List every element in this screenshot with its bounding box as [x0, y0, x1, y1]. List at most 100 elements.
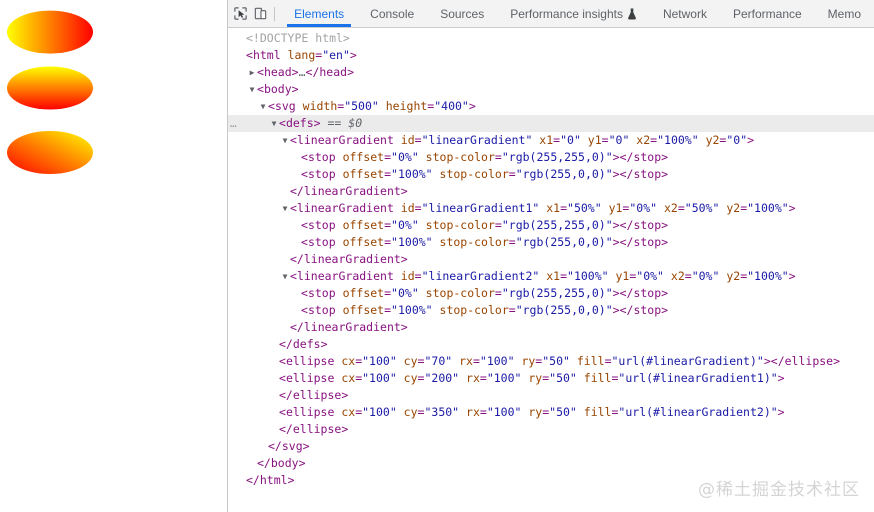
dom-token: </	[246, 473, 260, 487]
chevron-down-icon[interactable]	[280, 132, 290, 149]
dom-token: <	[268, 99, 275, 113]
dom-row[interactable]: <stop offset="0%" stop-color="rgb(255,25…	[228, 149, 874, 166]
toolbar-separator	[274, 6, 276, 21]
dom-token: =	[414, 133, 422, 147]
tab-performance[interactable]: Performance	[720, 0, 815, 27]
tab-memory[interactable]: Memo	[815, 0, 874, 27]
dom-row[interactable]: </linearGradient>	[228, 251, 874, 268]
dom-token: "url(#linearGradient2)"	[618, 405, 778, 419]
dom-token: >	[400, 320, 408, 334]
dom-token: "100%"	[747, 201, 789, 215]
dom-tree[interactable]: <!DOCTYPE html><html lang="en"><head>…</…	[228, 28, 874, 512]
tab-elements[interactable]: Elements	[281, 0, 357, 27]
dom-token: id	[393, 133, 415, 147]
dom-row[interactable]: <!DOCTYPE html>	[228, 30, 874, 47]
dom-row[interactable]: <stop offset="100%" stop-color="rgb(255,…	[228, 302, 874, 319]
dom-token: >	[661, 167, 669, 181]
chevron-down-icon[interactable]	[258, 98, 268, 115]
dom-token: linearGradient	[296, 269, 394, 283]
dom-token: >	[313, 116, 321, 130]
dom-token: ellipse	[292, 422, 342, 436]
dom-row-selected[interactable]: … <defs> == $0	[228, 115, 874, 132]
dom-row[interactable]: <stop offset="0%" stop-color="rgb(255,25…	[228, 217, 874, 234]
dom-token: <	[279, 354, 286, 368]
dom-token: </	[619, 150, 634, 164]
tab-label: Performance	[732, 6, 802, 21]
dom-token: id	[393, 269, 415, 283]
chevron-down-icon[interactable]	[280, 200, 290, 217]
tab-console[interactable]: Console	[357, 0, 427, 27]
dom-row[interactable]: <html lang="en">	[228, 47, 874, 64]
tab-sources[interactable]: Sources	[427, 0, 497, 27]
dom-token: =	[384, 150, 392, 164]
dom-token: offset	[335, 235, 385, 249]
dom-token: body	[263, 82, 292, 96]
dom-token: "0%"	[691, 269, 720, 283]
chevron-down-icon[interactable]	[247, 81, 257, 98]
row-overflow-dots-icon[interactable]: …	[230, 115, 238, 132]
dom-row[interactable]: <linearGradient id="linearGradient1" x1=…	[228, 200, 874, 217]
dom-token: >	[400, 184, 408, 198]
dom-token: stop	[633, 167, 662, 181]
dom-token: >	[302, 439, 310, 453]
inspect-cursor-icon[interactable]	[231, 0, 251, 27]
dom-token: =	[414, 201, 422, 215]
dom-row[interactable]: <ellipse cx="100" cy="70" rx="100" ry="5…	[228, 353, 874, 370]
dom-row[interactable]: <stop offset="100%" stop-color="rgb(255,…	[228, 234, 874, 251]
dom-token: x2	[629, 133, 651, 147]
dom-token: "linearGradient1"	[421, 201, 540, 215]
page-viewport	[0, 0, 227, 512]
dom-token: <	[301, 303, 308, 317]
dom-token: <	[290, 269, 297, 283]
dom-token: x2	[657, 201, 678, 215]
dom-row[interactable]: <stop offset="100%" stop-color="rgb(255,…	[228, 166, 874, 183]
dom-token: stop	[633, 235, 662, 249]
dom-token: offset	[335, 150, 385, 164]
dom-token: <	[301, 235, 308, 249]
dom-row[interactable]: </ellipse>	[228, 421, 874, 438]
dom-row[interactable]: <stop offset="0%" stop-color="rgb(255,25…	[228, 285, 874, 302]
dom-token: ellipse	[292, 388, 342, 402]
dom-row[interactable]: </linearGradient>	[228, 183, 874, 200]
dom-token: stop	[307, 218, 336, 232]
dom-token: stop	[307, 235, 336, 249]
dom-row[interactable]: <linearGradient id="linearGradient2" x1=…	[228, 268, 874, 285]
dom-token: >	[788, 201, 796, 215]
tab-network[interactable]: Network	[650, 0, 720, 27]
dom-row[interactable]: <ellipse cx="100" cy="350" rx="100" ry="…	[228, 404, 874, 421]
dom-token: stop	[307, 167, 336, 181]
dom-token: "100"	[362, 405, 397, 419]
dom-token: stop-color	[432, 303, 509, 317]
dom-token: "0%"	[636, 269, 664, 283]
dom-token: head	[263, 65, 292, 79]
dom-row[interactable]: </linearGradient>	[228, 319, 874, 336]
dom-row[interactable]: </html>	[228, 472, 874, 489]
dom-token: offset	[335, 286, 385, 300]
dom-row[interactable]: </svg>	[228, 438, 874, 455]
dom-row[interactable]: <linearGradient id="linearGradient" x1="…	[228, 132, 874, 149]
dom-row[interactable]: <body>	[228, 81, 874, 98]
dom-token: "rgb(255,255,0)"	[501, 150, 613, 164]
dom-row[interactable]: <svg width="500" height="400">	[228, 98, 874, 115]
dom-token: <	[290, 201, 297, 215]
dom-token: >	[661, 303, 669, 317]
dom-token: >	[349, 48, 357, 62]
dom-token: "70"	[424, 354, 453, 368]
dom-row[interactable]: </defs>	[228, 336, 874, 353]
dom-row[interactable]: <ellipse cx="100" cy="200" rx="100" ry="…	[228, 370, 874, 387]
device-toolbar-icon[interactable]	[251, 0, 271, 27]
dom-row[interactable]: </body>	[228, 455, 874, 472]
dom-token: stop	[633, 286, 662, 300]
chevron-right-icon[interactable]	[247, 64, 257, 81]
dom-row[interactable]: <head>…</head>	[228, 64, 874, 81]
dom-token: >	[612, 286, 620, 300]
dom-token: </	[619, 235, 634, 249]
dom-token: "50"	[549, 371, 577, 385]
dom-token: cx	[334, 405, 356, 419]
chevron-down-icon[interactable]	[269, 115, 279, 132]
tab-performance-insights[interactable]: Performance insights	[497, 0, 650, 27]
dom-token: <	[279, 405, 286, 419]
chevron-down-icon[interactable]	[280, 268, 290, 285]
dom-row[interactable]: </ellipse>	[228, 387, 874, 404]
dom-token: =	[494, 286, 502, 300]
